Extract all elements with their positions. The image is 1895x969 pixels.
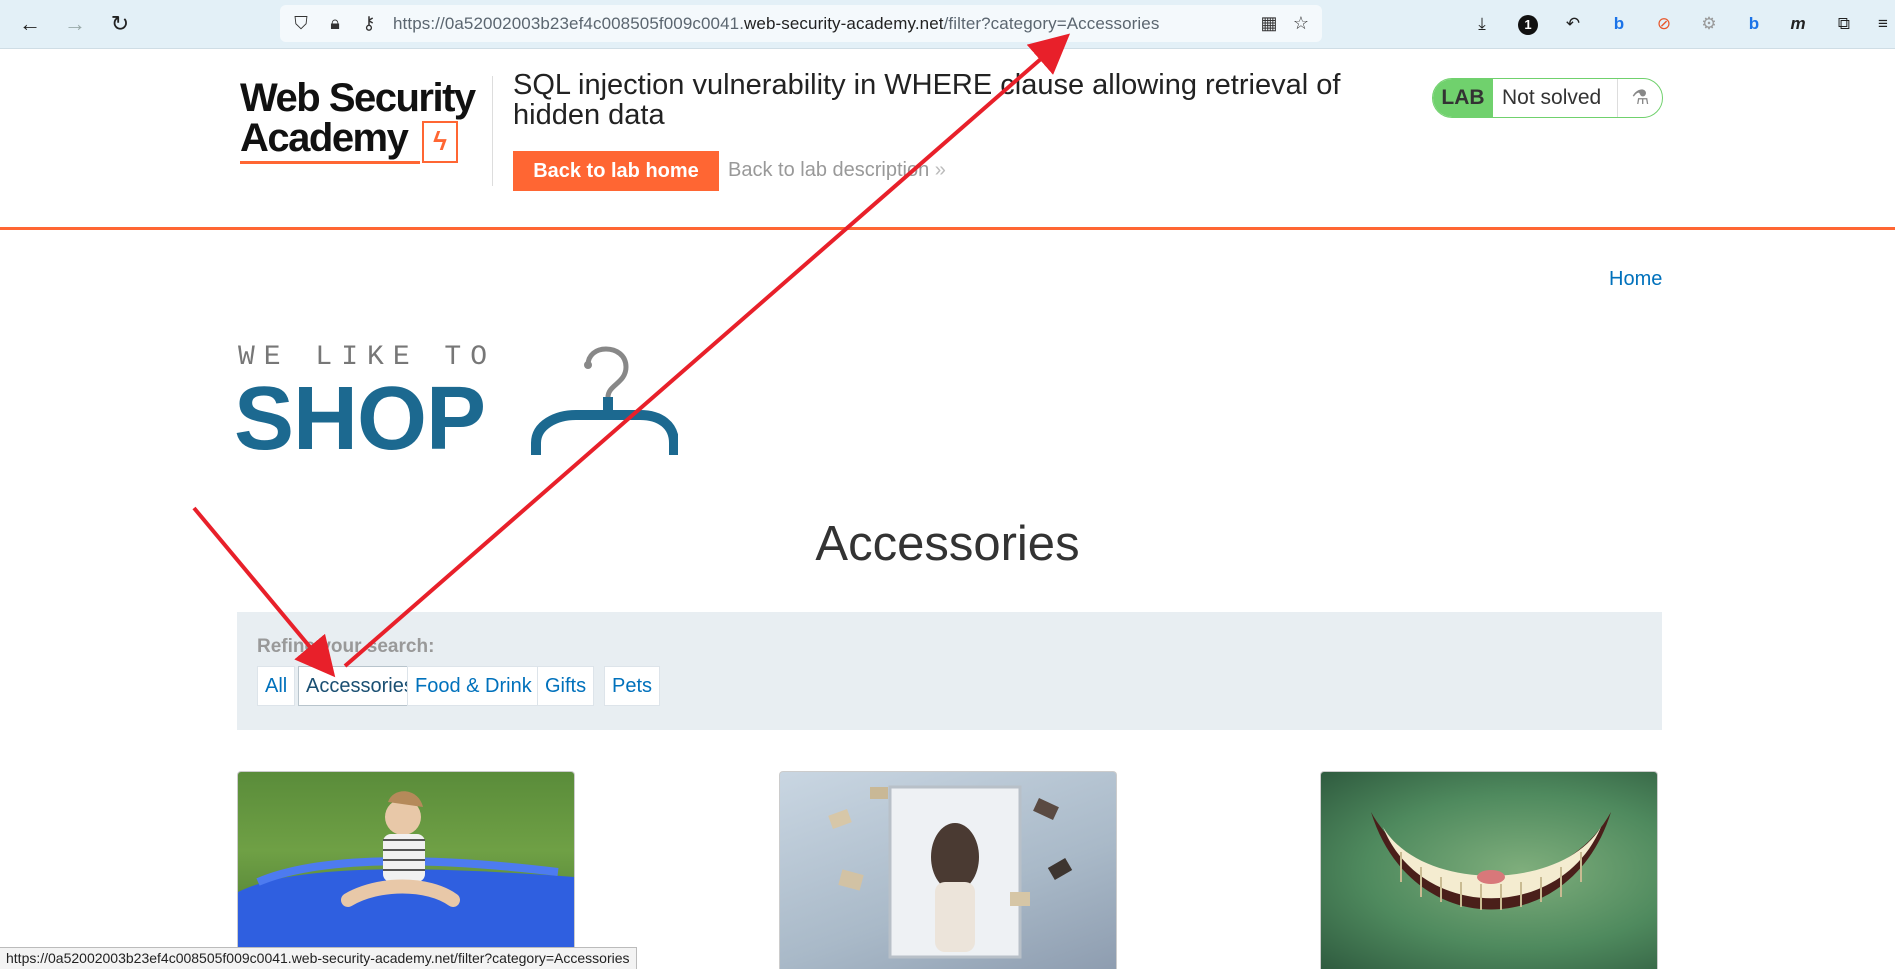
back-arrow-icon[interactable]: ← [16,10,44,38]
shop-brand: SHOP [234,369,486,469]
menu-icon[interactable]: ≡ [1871,12,1895,36]
qr-code-icon[interactable]: ▦ [1257,11,1281,35]
double-chevron-right-icon: » [934,159,946,181]
notification-count: 1 [1518,15,1538,35]
download-icon[interactable]: ⤓ [1470,12,1494,36]
filter-all[interactable]: All [257,666,296,706]
address-bar[interactable]: ⛉ 🔒︎ ⚷ https://0a52002003b23ef4c008505f0… [280,5,1322,42]
beanbag-illustration [238,791,574,969]
bing-chat-icon[interactable]: b [1742,12,1766,36]
notification-badge-icon[interactable]: 1 [1516,12,1540,36]
url-host: web-security-academy.net [744,14,944,33]
product-image-books[interactable] [779,771,1117,969]
filter-accessories[interactable]: Accessories [298,666,422,706]
back-to-lab-description-label: Back to lab description [728,159,930,181]
url-prefix: https://0a52002003b23ef4c008505f009c0041… [393,14,745,33]
m-extension-icon[interactable]: m [1786,12,1810,36]
forward-arrow-icon[interactable]: → [61,10,89,38]
flying-books-illustration [828,785,1073,959]
lightning-bolt-icon: ϟ [422,121,458,163]
permissions-icon[interactable]: ⚷ [357,11,381,35]
header-divider [492,76,493,186]
cheshire-grin-illustration [1371,812,1611,910]
lab-status-widget: LAB Not solved ⚗ [1432,78,1663,118]
extension-gear-icon[interactable]: ⚙ [1697,12,1721,36]
browser-toolbar: ← → ↻ ⛉ 🔒︎ ⚷ https://0a52002003b23ef4c00… [0,0,1895,49]
extensions-puzzle-icon[interactable]: ⧉ [1832,12,1856,36]
url-text[interactable]: https://0a52002003b23ef4c008505f009c0041… [393,14,1159,34]
lab-badge: LAB [1433,79,1493,117]
lab-title: SQL injection vulnerability in WHERE cla… [513,69,1341,131]
product-image-beanbag[interactable] [237,771,575,969]
bing-icon[interactable]: b [1607,12,1631,36]
blocker-icon[interactable]: ⊘ [1652,12,1676,36]
web-security-academy-logo[interactable]: Web Security Academy ϟ [240,76,490,166]
filter-pets[interactable]: Pets [604,666,661,706]
product-image-cheshire-grin[interactable] [1320,771,1658,969]
home-link[interactable]: Home [1609,268,1662,291]
lock-icon[interactable]: 🔒︎ [323,11,347,35]
url-path: /filter?category=Accessories [943,14,1160,33]
logo-underline [240,161,420,164]
link-status-bar: https://0a52002003b23ef4c008505f009c0041… [0,947,637,969]
hanger-logo-icon [531,346,678,455]
back-to-lab-home-button[interactable]: Back to lab home [513,151,719,191]
reload-icon[interactable]: ↻ [106,10,134,38]
filter-food-drink[interactable]: Food & Drink [407,666,540,706]
logo-line-1: Web Security [240,76,476,120]
filter-gifts[interactable]: Gifts [537,666,595,706]
bookmark-star-icon[interactable]: ☆ [1289,11,1313,35]
refine-search-label: Refine your search: [257,636,435,657]
category-title: Accessories [815,517,1080,571]
back-to-lab-description-link[interactable]: Back to lab description » [728,159,946,182]
flask-icon: ⚗ [1617,79,1662,117]
logo-line-2: Academy [240,116,409,160]
filter-panel: Refine your search: All Accessories Food… [237,612,1662,730]
lab-status-text: Not solved [1502,86,1602,109]
shield-icon[interactable]: ⛉ [289,11,313,35]
undo-icon[interactable]: ↶ [1561,12,1585,36]
